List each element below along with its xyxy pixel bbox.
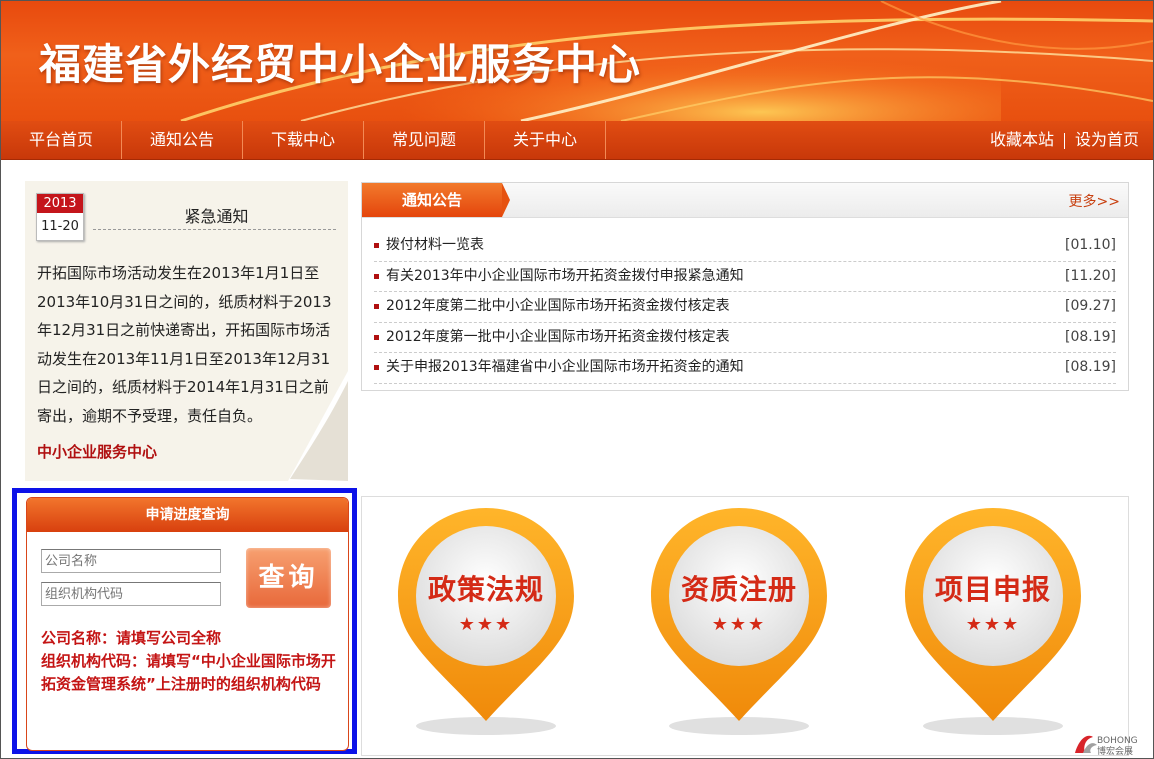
- bullet-icon: [374, 243, 379, 248]
- progress-query-panel: 申请进度查询: [26, 497, 349, 751]
- announcement-item[interactable]: 2012年度第二批中小企业国际市场开拓资金拨付核定表 [09.27]: [374, 292, 1116, 323]
- org-code-input[interactable]: [41, 582, 221, 606]
- announcement-date: [11.20]: [1064, 267, 1116, 284]
- nav-item-notices[interactable]: 通知公告: [122, 121, 242, 159]
- announcement-title[interactable]: 关于申报2013年福建省中小企业国际市场开拓资金的通知: [386, 353, 744, 383]
- bullet-icon: [374, 365, 379, 370]
- query-header: 申请进度查询: [27, 498, 348, 532]
- query-button[interactable]: 查询: [246, 548, 331, 608]
- notice-body: 开拓国际市场活动发生在2013年1月1日至2013年10月31日之间的，纸质材料…: [37, 264, 332, 425]
- tab-arrow-icon: [502, 183, 510, 217]
- browser-viewport: 福建省外经贸中小企业服务中心 平台首页 通知公告 下载中心 常见问题 关于中心 …: [0, 0, 1154, 759]
- nav-item-downloads[interactable]: 下载中心: [243, 121, 363, 159]
- announcement-item[interactable]: 有关2013年中小企业国际市场开拓资金拨付申报紧急通知 [11.20]: [374, 262, 1116, 292]
- notice-divider: [93, 229, 336, 230]
- logo-line1: BOHONG: [1097, 736, 1138, 746]
- nav-utility-links: 收藏本站 设为首页: [990, 121, 1139, 159]
- date-badge: 2013 11-20: [36, 193, 84, 241]
- announcement-title[interactable]: 2012年度第一批中小企业国际市场开拓资金拨付核定表: [386, 323, 730, 353]
- stars-icon: ★★★: [711, 614, 767, 635]
- quick-link-label: 资质注册: [680, 573, 797, 606]
- site-title: 福建省外经贸中小企业服务中心: [39, 40, 642, 89]
- stars-icon: ★★★: [965, 614, 1021, 635]
- date-year: 2013: [37, 194, 83, 213]
- announcement-item[interactable]: 关于申报2013年福建省中小企业国际市场开拓资金的通知 [08.19]: [374, 353, 1116, 384]
- stars-icon: ★★★: [458, 614, 514, 635]
- help-company-name: 公司名称：请填写公司全称: [41, 629, 222, 647]
- bookmark-link[interactable]: 收藏本站: [990, 130, 1054, 149]
- bullet-icon: [374, 273, 379, 279]
- company-name-input[interactable]: [41, 549, 221, 573]
- bullet-icon: [374, 304, 379, 309]
- notice-signature: 中小企业服务中心: [37, 443, 158, 461]
- main-nav: 平台首页 通知公告 下载中心 常见问题 关于中心 收藏本站 设为首页: [1, 121, 1153, 160]
- nav-item-faq[interactable]: 常见问题: [364, 121, 484, 159]
- bullet-icon: [374, 334, 379, 340]
- announcement-date: [08.19]: [1064, 359, 1116, 375]
- announcement-item[interactable]: 2012年度第一批中小企业国际市场开拓资金拨付核定表 [08.19]: [374, 323, 1116, 353]
- bohong-logo-text: BOHONG 博宏会展: [1097, 737, 1138, 757]
- announcement-date: [01.10]: [1064, 237, 1116, 253]
- notice-title: 紧急通知: [184, 207, 249, 226]
- nav-divider: [605, 121, 606, 159]
- announcements-header: 通知公告 更多>>: [362, 183, 1128, 218]
- nav-item-about[interactable]: 关于中心: [485, 121, 605, 159]
- quick-link-qualification[interactable]: 资质注册 ★★★: [649, 506, 829, 746]
- set-home-link[interactable]: 设为首页: [1075, 130, 1139, 149]
- quick-link-label: 政策法规: [427, 573, 544, 606]
- announcement-item[interactable]: 拨付材料一览表 [01.10]: [374, 231, 1116, 262]
- announcement-title[interactable]: 2012年度第二批中小企业国际市场开拓资金拨付核定表: [386, 292, 730, 322]
- announcements-tab[interactable]: 通知公告: [362, 183, 502, 217]
- announcements-panel: 通知公告 更多>> 拨付材料一览表 [01.10] 有关2013年中小企业国际市…: [361, 182, 1129, 391]
- more-link[interactable]: 更多>>: [1069, 191, 1120, 211]
- announcement-date: [08.19]: [1064, 328, 1116, 345]
- utility-divider: [1063, 132, 1065, 149]
- announcement-title[interactable]: 有关2013年中小企业国际市场开拓资金拨付申报紧急通知: [386, 262, 744, 292]
- quick-link-label: 项目申报: [934, 573, 1051, 606]
- help-org-code: 组织机构代码：请填写“中小企业国际市场开拓资金管理系统”上注册时的组织机构代码: [41, 652, 336, 693]
- announcement-date: [09.27]: [1064, 298, 1116, 314]
- nav-item-home[interactable]: 平台首页: [1, 121, 121, 159]
- date-day: 11-20: [41, 219, 79, 234]
- site-header: 福建省外经贸中小企业服务中心: [1, 1, 1153, 121]
- query-help-text: 公司名称：请填写公司全称 组织机构代码：请填写“中小企业国际市场开拓资金管理系统…: [41, 627, 337, 696]
- quick-link-policy[interactable]: 政策法规 ★★★: [396, 506, 576, 746]
- announcement-title[interactable]: 拨付材料一览表: [386, 231, 484, 261]
- quick-link-project[interactable]: 项目申报 ★★★: [903, 506, 1083, 746]
- logo-line2: 博宏会展: [1097, 747, 1134, 757]
- announcements-list: 拨付材料一览表 [01.10] 有关2013年中小企业国际市场开拓资金拨付申报紧…: [374, 231, 1116, 384]
